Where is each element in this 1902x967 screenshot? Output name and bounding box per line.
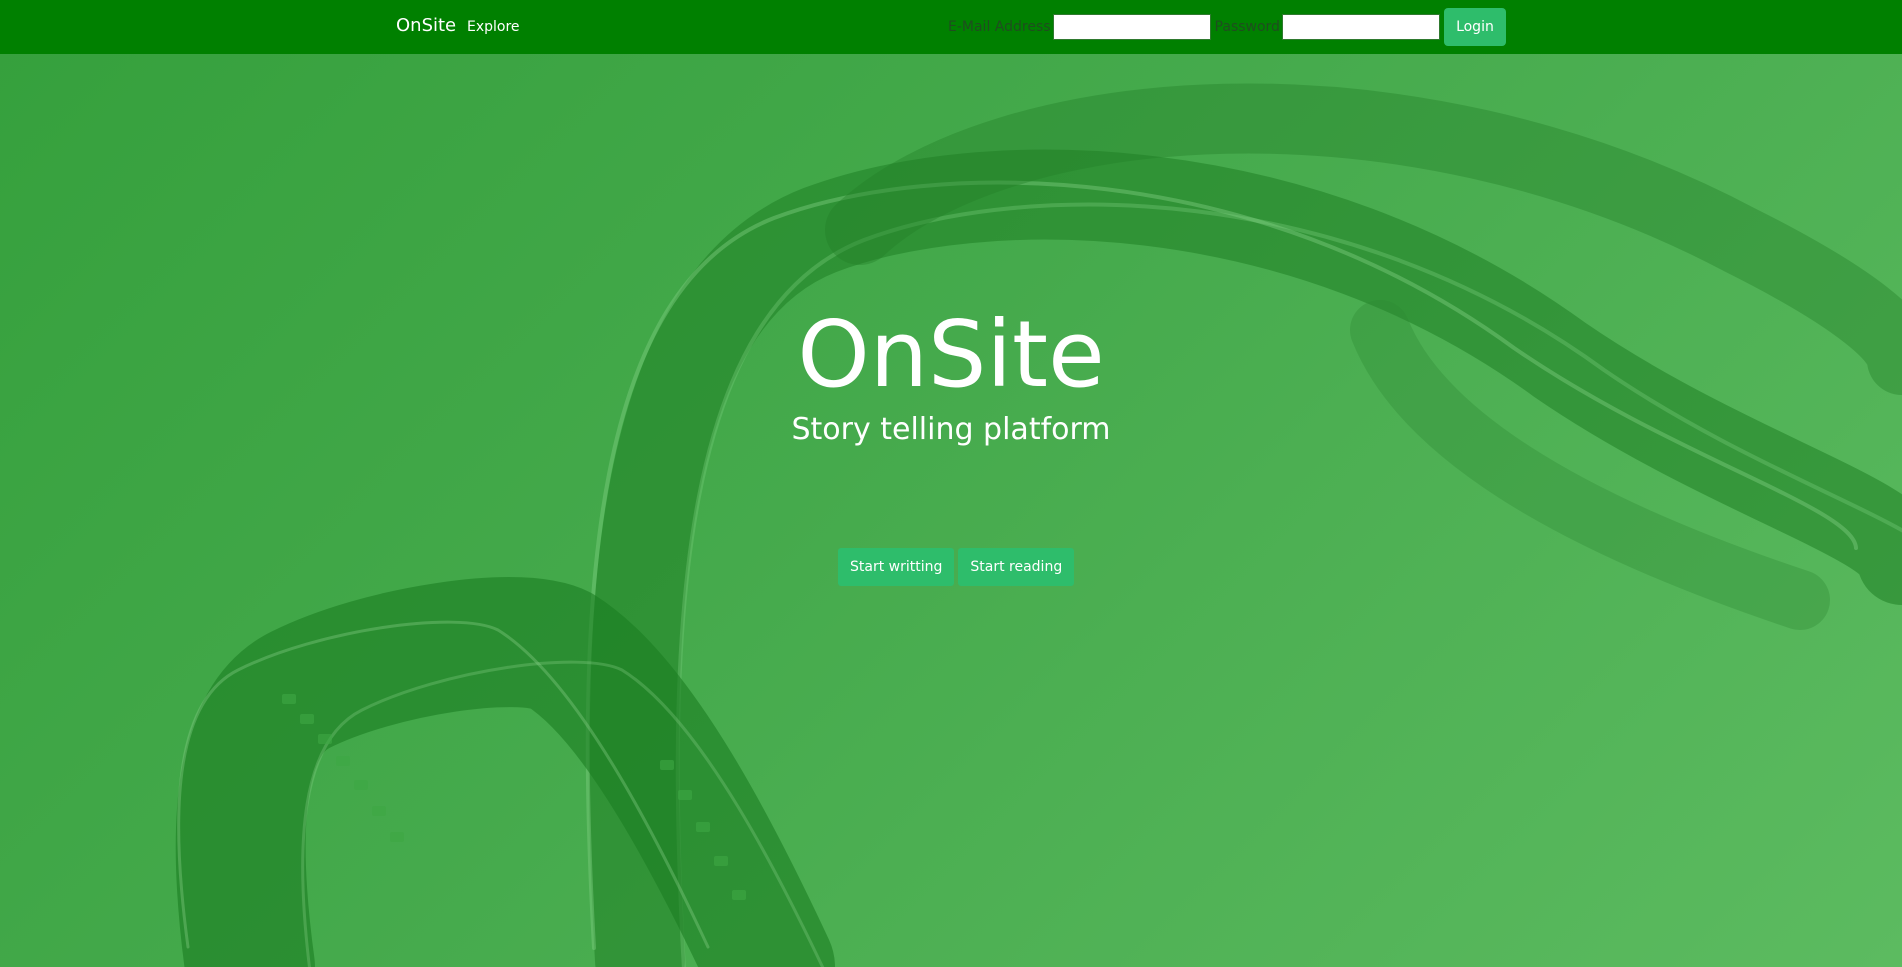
cta-button-group: Start writting Start reading: [838, 548, 1078, 586]
password-field[interactable]: [1281, 14, 1440, 40]
email-field[interactable]: [1052, 14, 1211, 40]
hero-section: [0, 0, 1902, 967]
email-label: E-Mail Address: [948, 19, 1051, 35]
hero-title: OnSite: [797, 301, 1105, 408]
nav-explore-link[interactable]: Explore: [467, 17, 520, 37]
hero-subtitle: Story telling platform: [791, 412, 1111, 447]
top-navbar: OnSite Explore E-Mail Address Password L…: [0, 0, 1902, 54]
start-reading-button[interactable]: Start reading: [958, 548, 1075, 586]
login-button[interactable]: Login: [1443, 8, 1506, 46]
film-reel-background: [175, 83, 1902, 967]
password-label: Password: [1214, 19, 1280, 35]
start-writing-button[interactable]: Start writting: [838, 548, 955, 586]
login-form: E-Mail Address Password Login: [948, 8, 1506, 46]
brand-link[interactable]: OnSite: [396, 14, 456, 38]
